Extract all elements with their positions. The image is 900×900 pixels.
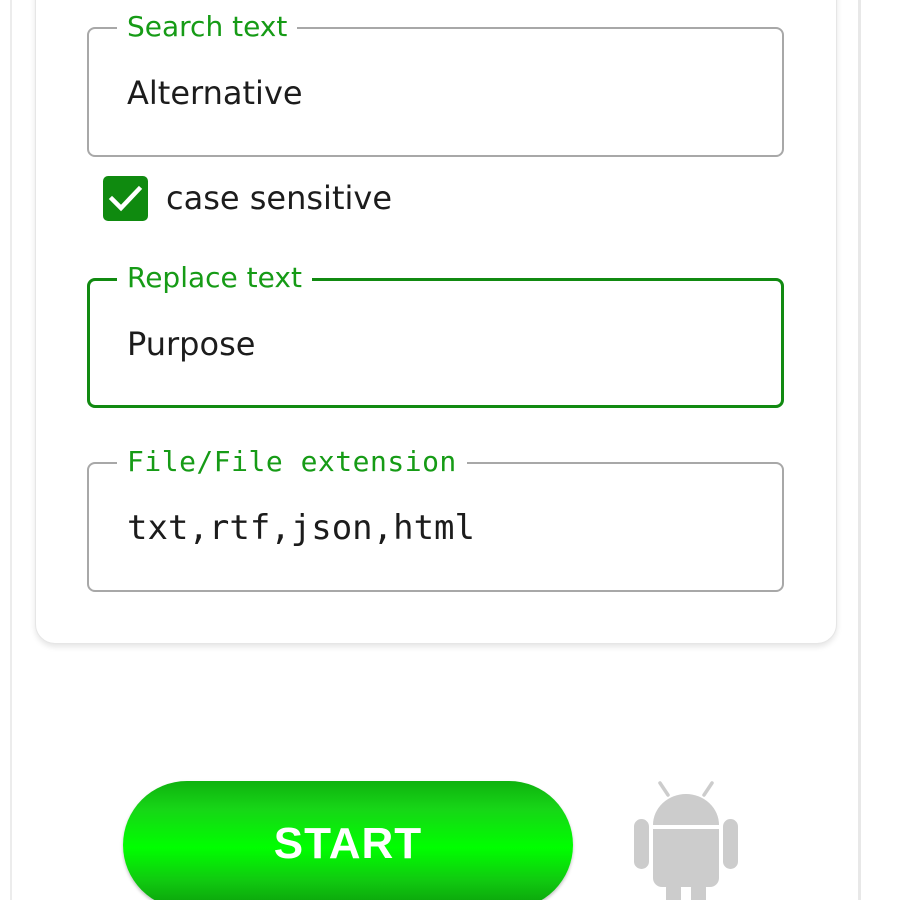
start-button-label: START [273, 819, 423, 868]
check-icon [108, 185, 143, 212]
android-icon [634, 781, 738, 900]
replace-text-label: Replace text [117, 261, 312, 295]
file-extension-label: File/File extension [117, 445, 467, 479]
file-extension-field[interactable]: File/File extension txt,rtf,json,html [87, 445, 784, 592]
search-text-field[interactable]: Search text Alternative [87, 10, 784, 157]
file-extension-value[interactable]: txt,rtf,json,html [127, 508, 475, 548]
search-text-value[interactable]: Alternative [127, 73, 303, 113]
replace-text-value[interactable]: Purpose [127, 324, 255, 364]
case-sensitive-label: case sensitive [166, 179, 392, 217]
frame-edge-right [858, 0, 861, 900]
start-button[interactable]: START [123, 781, 573, 900]
frame-edge-left [10, 0, 12, 900]
screen: Search text Alternative case sensitive R… [0, 0, 900, 900]
case-sensitive-checkbox[interactable] [103, 176, 148, 221]
replace-text-field[interactable]: Replace text Purpose [87, 261, 784, 408]
search-text-label: Search text [117, 10, 298, 44]
